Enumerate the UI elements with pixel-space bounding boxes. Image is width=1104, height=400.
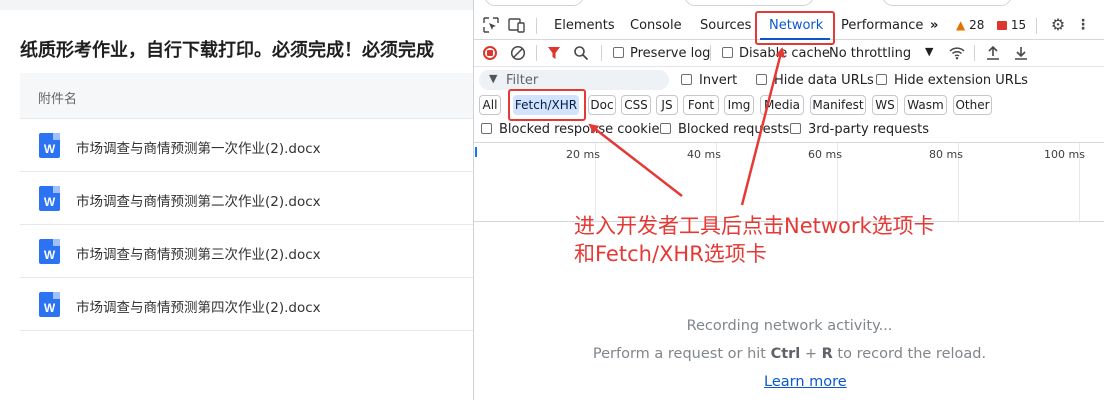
third-party-label[interactable]: 3rd-party requests: [808, 122, 929, 137]
timeline-tick-label: 40 ms: [687, 148, 721, 161]
device-toolbar-icon[interactable]: [508, 17, 526, 33]
throttling-select[interactable]: No throttling: [829, 46, 911, 61]
page-top-strip: [0, 0, 473, 10]
disable-cache-checkbox[interactable]: [722, 47, 733, 58]
tab-performance[interactable]: Performance: [841, 18, 923, 33]
chip-doc[interactable]: Doc: [588, 95, 616, 115]
error-icon: [997, 21, 1007, 30]
chip-manifest[interactable]: Manifest: [810, 95, 866, 115]
blocked-cookies-checkbox[interactable]: [481, 123, 492, 134]
settings-gear-icon[interactable]: ⚙: [1049, 17, 1067, 33]
reload-hint-text: Perform a request or hit Ctrl + R to rec…: [592, 346, 987, 362]
file-name[interactable]: 市场调查与商情预测第三次作业(2).docx: [76, 243, 321, 263]
filter-placeholder: Filter: [506, 73, 539, 88]
separator: [710, 45, 711, 61]
record-stop-icon[interactable]: [483, 46, 497, 60]
kebab-menu-icon[interactable]: ⋮: [1074, 17, 1092, 33]
browser-ui-fragment: [882, 0, 1012, 6]
chip-img[interactable]: Img: [724, 95, 754, 115]
separator: [974, 45, 975, 61]
chip-ws[interactable]: WS: [872, 95, 898, 115]
warnings-counter[interactable]: ▲ 28: [956, 18, 984, 32]
blocked-requests-label[interactable]: Blocked requests: [678, 122, 789, 137]
file-name[interactable]: 市场调查与商情预测第四次作业(2).docx: [76, 296, 321, 316]
hide-data-urls-checkbox[interactable]: [756, 74, 767, 85]
import-har-icon[interactable]: [986, 45, 1000, 65]
preserve-log-label[interactable]: Preserve log: [630, 46, 710, 61]
search-icon[interactable]: [573, 45, 589, 65]
filter-icon: ▼: [489, 72, 498, 85]
timeline-tick-label: 80 ms: [929, 148, 963, 161]
file-name[interactable]: 市场调查与商情预测第一次作业(2).docx: [76, 137, 321, 157]
chevron-down-icon[interactable]: ▼: [925, 45, 933, 58]
chip-media[interactable]: Media: [760, 95, 804, 115]
recording-status-text: Recording network activity...: [686, 318, 893, 334]
web-page: 纸质形考作业，自行下载打印。必须完成！必须完成 附件名 W 市场调查与商情预测第…: [0, 0, 473, 400]
invert-label[interactable]: Invert: [699, 73, 737, 88]
chip-other[interactable]: Other: [953, 95, 992, 115]
separator: [536, 45, 537, 61]
file-row[interactable]: W 市场调查与商情预测第一次作业(2).docx: [20, 119, 473, 172]
devtools-panel: Elements Console Sources Network Perform…: [473, 0, 1104, 400]
preserve-log-checkbox[interactable]: [613, 47, 624, 58]
more-tabs-button[interactable]: »: [930, 18, 938, 33]
timeline-marker: [475, 147, 477, 157]
timeline-tick-label: 60 ms: [808, 148, 842, 161]
separator: [536, 18, 537, 34]
word-doc-icon: W: [39, 239, 60, 264]
page-title: 纸质形考作业，自行下载打印。必须完成！必须完成: [20, 40, 434, 61]
filter-input[interactable]: ▼ Filter: [479, 70, 669, 90]
browser-ui-fragment: [484, 0, 584, 6]
hide-extension-urls-label[interactable]: Hide extension URLs: [894, 73, 1028, 88]
timeline-tick-label: 100 ms: [1044, 148, 1085, 161]
tab-sources[interactable]: Sources: [700, 18, 751, 33]
disable-cache-label[interactable]: Disable cache: [739, 46, 830, 61]
browser-ui-fragment: [684, 0, 814, 6]
hide-data-urls-label[interactable]: Hide data URLs: [774, 73, 874, 88]
clear-icon[interactable]: [510, 45, 526, 65]
chip-font[interactable]: Font: [683, 95, 719, 115]
tab-console[interactable]: Console: [630, 18, 682, 33]
hide-extension-urls-checkbox[interactable]: [876, 74, 887, 85]
chip-wasm[interactable]: Wasm: [904, 95, 947, 115]
export-har-icon[interactable]: [1014, 45, 1028, 65]
attachment-table-header: 附件名: [20, 73, 473, 119]
warning-icon: ▲: [956, 18, 966, 32]
attachment-column-header: 附件名: [38, 92, 78, 107]
file-row[interactable]: W 市场调查与商情预测第二次作业(2).docx: [20, 172, 473, 225]
third-party-checkbox[interactable]: [790, 123, 801, 134]
word-doc-icon: W: [39, 186, 60, 211]
chip-fetch-xhr[interactable]: Fetch/XHR: [513, 95, 579, 115]
filter-funnel-icon[interactable]: [547, 46, 561, 64]
separator: [1036, 18, 1037, 34]
network-conditions-icon[interactable]: [948, 45, 966, 65]
invert-checkbox[interactable]: [681, 74, 692, 85]
word-doc-icon: W: [39, 133, 60, 158]
errors-counter[interactable]: 15: [997, 18, 1026, 32]
learn-more-link[interactable]: Learn more: [764, 374, 847, 390]
chip-css[interactable]: CSS: [621, 95, 651, 115]
tab-network[interactable]: Network: [769, 18, 823, 33]
network-overview-timeline[interactable]: 20 ms 40 ms 60 ms 80 ms 100 ms: [474, 142, 1104, 223]
file-name[interactable]: 市场调查与商情预测第二次作业(2).docx: [76, 190, 321, 210]
file-row[interactable]: W 市场调查与商情预测第四次作业(2).docx: [20, 278, 473, 331]
blocked-requests-checkbox[interactable]: [660, 123, 671, 134]
tab-elements[interactable]: Elements: [554, 18, 615, 33]
separator: [601, 45, 602, 61]
inspect-element-icon[interactable]: [482, 17, 500, 33]
blocked-cookies-label[interactable]: Blocked response cookies: [499, 122, 666, 137]
word-doc-icon: W: [39, 292, 60, 317]
chip-js[interactable]: JS: [656, 95, 678, 115]
timeline-tick-label: 20 ms: [566, 148, 600, 161]
chip-all[interactable]: All: [479, 95, 501, 115]
file-row[interactable]: W 市场调查与商情预测第三次作业(2).docx: [20, 225, 473, 278]
